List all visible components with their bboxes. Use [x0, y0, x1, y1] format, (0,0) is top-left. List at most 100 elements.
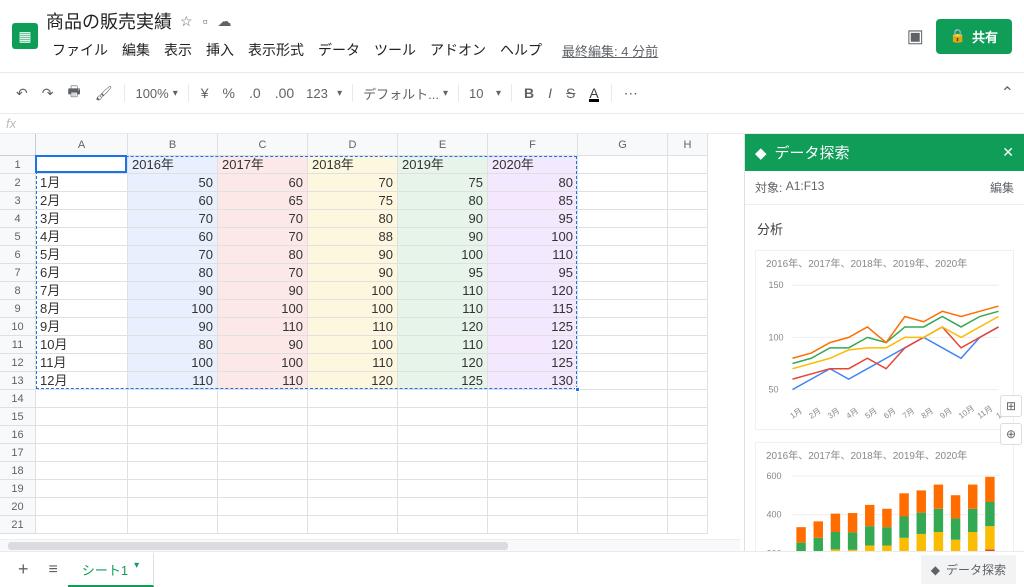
cell-C16[interactable] [218, 426, 308, 444]
row-header-19[interactable]: 19 [0, 480, 36, 498]
cell-D11[interactable]: 100 [308, 336, 398, 354]
col-header-F[interactable]: F [488, 134, 578, 156]
cell-D15[interactable] [308, 408, 398, 426]
cell-A8[interactable]: 7月 [36, 282, 128, 300]
cell-E9[interactable]: 110 [398, 300, 488, 318]
cell-G3[interactable] [578, 192, 668, 210]
cell-D10[interactable]: 110 [308, 318, 398, 336]
zoom-combo[interactable]: 100%▾ [131, 84, 181, 103]
menu-5[interactable]: データ [312, 36, 366, 64]
col-header-A[interactable]: A [36, 134, 128, 156]
cell-F20[interactable] [488, 498, 578, 516]
cell-E11[interactable]: 110 [398, 336, 488, 354]
row-header-12[interactable]: 12 [0, 354, 36, 372]
cell-A5[interactable]: 4月 [36, 228, 128, 246]
cell-A2[interactable]: 1月 [36, 174, 128, 192]
col-header-C[interactable]: C [218, 134, 308, 156]
cell-D3[interactable]: 75 [308, 192, 398, 210]
grid-settings-icon[interactable]: ⊞ [1000, 395, 1022, 417]
row-header-11[interactable]: 11 [0, 336, 36, 354]
currency-button[interactable]: ¥ [195, 81, 215, 105]
cell-H13[interactable] [668, 372, 708, 390]
horizontal-scrollbar[interactable] [0, 539, 740, 551]
menu-0[interactable]: ファイル [46, 36, 114, 64]
cell-D17[interactable] [308, 444, 398, 462]
cell-A1[interactable] [36, 156, 128, 174]
cell-B18[interactable] [128, 462, 218, 480]
cell-D1[interactable]: 2018年 [308, 156, 398, 174]
row-header-18[interactable]: 18 [0, 462, 36, 480]
cell-G16[interactable] [578, 426, 668, 444]
cell-D5[interactable]: 88 [308, 228, 398, 246]
row-header-16[interactable]: 16 [0, 426, 36, 444]
cell-B8[interactable]: 90 [128, 282, 218, 300]
sheet-tab-menu-icon[interactable]: ▾ [134, 560, 139, 579]
formula-bar[interactable]: fx [0, 114, 1024, 134]
cell-F5[interactable]: 100 [488, 228, 578, 246]
row-header-5[interactable]: 5 [0, 228, 36, 246]
cell-D4[interactable]: 80 [308, 210, 398, 228]
menu-7[interactable]: アドオン [424, 36, 492, 64]
cell-H6[interactable] [668, 246, 708, 264]
cloud-icon[interactable]: ☁ [218, 13, 232, 30]
cell-C2[interactable]: 60 [218, 174, 308, 192]
row-header-17[interactable]: 17 [0, 444, 36, 462]
cell-H10[interactable] [668, 318, 708, 336]
cell-H15[interactable] [668, 408, 708, 426]
menu-2[interactable]: 表示 [158, 36, 198, 64]
percent-button[interactable]: % [217, 81, 241, 105]
cell-A17[interactable] [36, 444, 128, 462]
cell-E17[interactable] [398, 444, 488, 462]
strike-button[interactable]: S [560, 81, 581, 105]
cell-A21[interactable] [36, 516, 128, 534]
cell-F17[interactable] [488, 444, 578, 462]
col-header-H[interactable]: H [668, 134, 708, 156]
cell-H5[interactable] [668, 228, 708, 246]
cell-G13[interactable] [578, 372, 668, 390]
cell-E20[interactable] [398, 498, 488, 516]
dec-decimal-button[interactable]: .0 [243, 81, 267, 105]
cell-E6[interactable]: 100 [398, 246, 488, 264]
cell-H1[interactable] [668, 156, 708, 174]
cell-F3[interactable]: 85 [488, 192, 578, 210]
cell-A20[interactable] [36, 498, 128, 516]
cell-D13[interactable]: 120 [308, 372, 398, 390]
cell-E13[interactable]: 125 [398, 372, 488, 390]
cell-A12[interactable]: 11月 [36, 354, 128, 372]
cell-G6[interactable] [578, 246, 668, 264]
cell-H16[interactable] [668, 426, 708, 444]
cell-C21[interactable] [218, 516, 308, 534]
col-header-G[interactable]: G [578, 134, 668, 156]
cell-D16[interactable] [308, 426, 398, 444]
row-header-1[interactable]: 1 [0, 156, 36, 174]
cell-A9[interactable]: 8月 [36, 300, 128, 318]
menu-1[interactable]: 編集 [116, 36, 156, 64]
cell-E7[interactable]: 95 [398, 264, 488, 282]
row-header-10[interactable]: 10 [0, 318, 36, 336]
cell-F13[interactable]: 130 [488, 372, 578, 390]
suggested-chart-line[interactable]: 2016年、2017年、2018年、2019年、2020年 501001501月… [755, 250, 1014, 430]
cell-B20[interactable] [128, 498, 218, 516]
redo-button[interactable]: ↷ [36, 81, 60, 106]
cell-D6[interactable]: 90 [308, 246, 398, 264]
cell-B21[interactable] [128, 516, 218, 534]
print-button[interactable]: 🖶 [61, 77, 86, 109]
row-header-20[interactable]: 20 [0, 498, 36, 516]
document-title[interactable]: 商品の販売実績 [46, 8, 172, 34]
cell-C15[interactable] [218, 408, 308, 426]
cell-A19[interactable] [36, 480, 128, 498]
cell-A11[interactable]: 10月 [36, 336, 128, 354]
cell-H2[interactable] [668, 174, 708, 192]
cell-F15[interactable] [488, 408, 578, 426]
share-button[interactable]: 🔒 共有 [936, 19, 1012, 54]
cell-E18[interactable] [398, 462, 488, 480]
col-header-B[interactable]: B [128, 134, 218, 156]
row-header-15[interactable]: 15 [0, 408, 36, 426]
row-header-2[interactable]: 2 [0, 174, 36, 192]
cell-G10[interactable] [578, 318, 668, 336]
explore-button[interactable]: ◆ データ探索 [921, 555, 1016, 584]
font-size-combo[interactable]: 10▾ [465, 84, 505, 103]
cell-A4[interactable]: 3月 [36, 210, 128, 228]
font-combo[interactable]: デフォルト...▾ [359, 82, 452, 105]
bold-button[interactable]: B [518, 81, 540, 105]
